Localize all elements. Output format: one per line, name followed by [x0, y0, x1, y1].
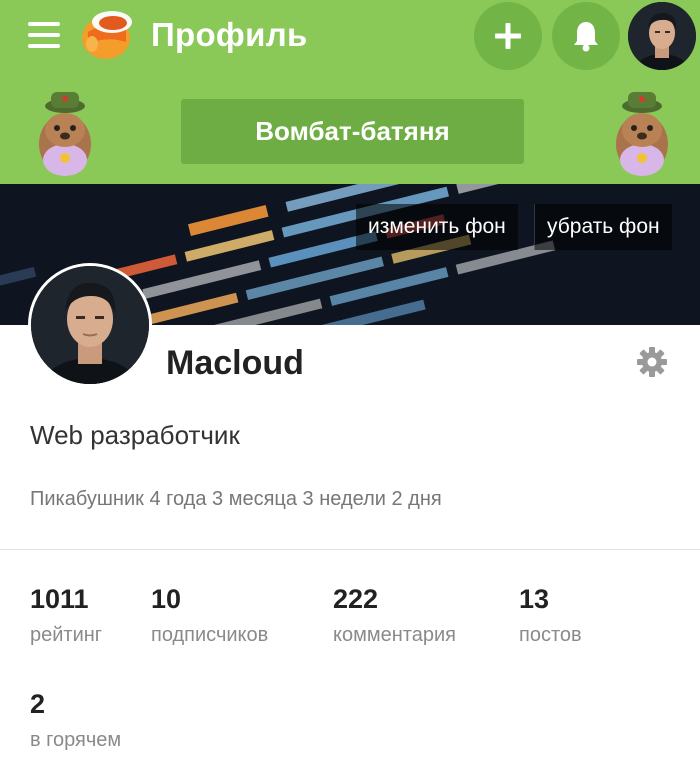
wombat-mascot-icon — [616, 92, 668, 176]
member-since-text: Пикабушник 4 года 3 месяца 3 недели 2 дн… — [30, 488, 442, 510]
profile-username: Macloud — [166, 344, 304, 382]
pikabu-logo-icon[interactable] — [80, 8, 136, 62]
stat-rating[interactable]: 1011 рейтинг — [30, 584, 102, 647]
stat-comments[interactable]: 222 комментария — [333, 584, 456, 647]
stat-value: 222 — [333, 584, 379, 614]
stat-value: 13 — [519, 584, 550, 614]
change-background-button[interactable]: изменить фон — [356, 204, 518, 250]
user-avatar[interactable] — [628, 2, 696, 70]
divider — [0, 549, 700, 550]
stat-label: в горячем — [30, 729, 122, 751]
stat-subscribers[interactable]: 10 подписчиков — [151, 584, 268, 647]
notifications-button[interactable] — [552, 2, 620, 70]
profile-avatar[interactable] — [28, 263, 152, 387]
award-badge-button[interactable]: Вомбат-батяня — [181, 99, 524, 164]
stat-label: комментария — [333, 624, 456, 646]
stat-value: 10 — [151, 584, 182, 614]
gear-icon[interactable] — [636, 346, 668, 378]
stat-label: подписчиков — [151, 624, 269, 646]
page-title: Профиль — [151, 16, 308, 53]
stat-label: постов — [519, 624, 582, 646]
bell-icon — [574, 22, 598, 52]
hamburger-menu-icon[interactable] — [28, 22, 60, 48]
stat-label: рейтинг — [30, 624, 103, 646]
stat-hot[interactable]: 2 в горячем — [30, 689, 121, 752]
wombat-mascot-icon — [39, 92, 91, 176]
top-app-bar: Профиль Вомбат-батяня — [0, 0, 700, 184]
remove-background-button[interactable]: убрать фон — [534, 204, 672, 250]
stat-value: 2 — [30, 689, 46, 719]
stat-posts[interactable]: 13 постов — [519, 584, 582, 647]
plus-icon — [495, 23, 521, 49]
profile-bio: Web разработчик — [30, 420, 240, 450]
add-post-button[interactable] — [474, 2, 542, 70]
stat-value: 1011 — [30, 584, 89, 614]
